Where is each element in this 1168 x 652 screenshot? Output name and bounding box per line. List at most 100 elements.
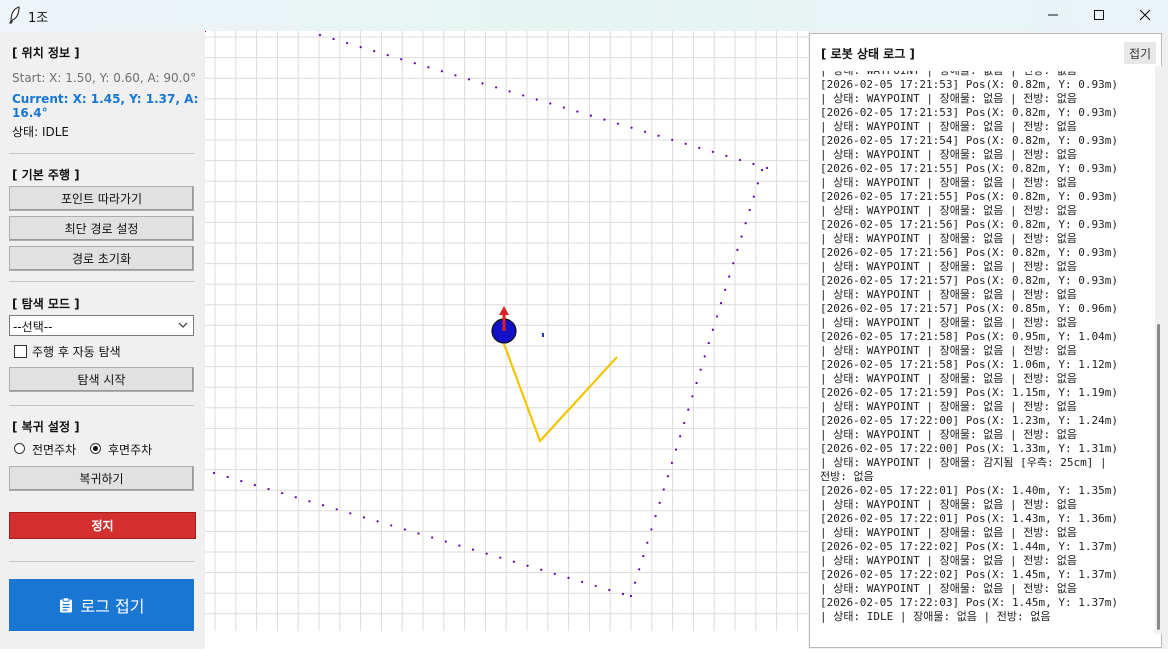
log-line: | 상태: WAYPOINT | 장애물: 없음 | 전방: 없음 xyxy=(820,288,1078,301)
log-line: | 상태: WAYPOINT | 장애물: 없음 | 전방: 없음 xyxy=(820,400,1078,413)
boundary-point xyxy=(719,302,723,305)
boundary-point xyxy=(679,435,682,438)
log-text-area[interactable]: | 상태: WAYPOINT | 장애물: 없음 | 전방: 없음[2026-0… xyxy=(820,71,1150,637)
boundary-point xyxy=(400,58,403,61)
log-line: | 상태: WAYPOINT | 장애물: 없음 | 전방: 없음 xyxy=(820,92,1078,105)
boundary-point xyxy=(212,471,216,475)
close-icon xyxy=(1139,9,1151,21)
title-bar[interactable]: 1조 xyxy=(0,0,1168,31)
divider xyxy=(9,405,194,406)
boundary-point xyxy=(454,74,457,77)
boundary-point xyxy=(349,512,352,515)
log-line: | 상태: WAYPOINT | 장애물: 없음 | 전방: 없음 xyxy=(820,176,1078,189)
log-line: | 상태: WAYPOINT | 장애물: 없음 | 전방: 없음 xyxy=(820,498,1078,511)
boundary-point xyxy=(674,448,678,451)
log-line: [2026-02-05 17:22:01] Pos(X: 1.43m, Y: 1… xyxy=(820,512,1119,525)
log-line: | 상태: WAYPOINT | 장애물: 없음 | 전방: 없음 xyxy=(820,428,1078,441)
front-parking-radio[interactable] xyxy=(14,443,25,454)
boundary-points xyxy=(203,29,769,598)
stop-button[interactable]: 정지 xyxy=(9,512,196,539)
explore-mode-value: --선택-- xyxy=(13,320,53,334)
log-line: [2026-02-05 17:22:01] Pos(X: 1.40m, Y: 1… xyxy=(820,484,1119,497)
boundary-point xyxy=(643,130,647,133)
map-svg[interactable] xyxy=(203,29,808,649)
boundary-point xyxy=(540,568,543,571)
boundary-point xyxy=(440,70,444,73)
boundary-point xyxy=(308,500,311,503)
boundary-point xyxy=(499,556,502,559)
boundary-point xyxy=(662,488,665,491)
minimize-button[interactable] xyxy=(1030,0,1076,31)
log-line: | 상태: WAYPOINT | 장애물: 감지됨 [우측: 25cm] | xyxy=(820,456,1107,469)
log-line: [2026-02-05 17:21:57] Pos(X: 0.85m, Y: 0… xyxy=(820,302,1119,315)
maximize-button[interactable] xyxy=(1076,0,1122,31)
boundary-point xyxy=(458,544,461,547)
boundary-point xyxy=(481,82,484,85)
log-line: | 상태: WAYPOINT | 장애물: 없음 | 전방: 없음 xyxy=(820,372,1078,385)
boundary-point xyxy=(630,126,633,129)
boundary-point xyxy=(485,552,488,555)
log-line: [2026-02-05 17:21:56] Pos(X: 0.82m, Y: 0… xyxy=(820,218,1119,231)
boundary-point xyxy=(642,554,645,558)
log-scrollbar-thumb[interactable] xyxy=(1157,324,1160,630)
boundary-point xyxy=(335,508,338,511)
boundary-point xyxy=(736,248,739,251)
boundary-point xyxy=(760,168,764,172)
boundary-point xyxy=(748,208,751,212)
shortest-path-button[interactable]: 최단 경로 설정 xyxy=(9,216,194,241)
auto-explore-label: 주행 후 자동 탐색 xyxy=(32,345,121,359)
minimize-icon xyxy=(1048,14,1058,16)
return-button[interactable]: 복귀하기 xyxy=(9,466,194,491)
boundary-point xyxy=(756,182,760,185)
boundary-point xyxy=(724,288,727,291)
log-line: [2026-02-05 17:22:02] Pos(X: 1.45m, Y: 1… xyxy=(820,568,1119,581)
boundary-point xyxy=(467,78,471,81)
boundary-point xyxy=(670,461,674,464)
boundary-point xyxy=(740,235,743,238)
boundary-point xyxy=(253,484,256,487)
log-line: [2026-02-05 17:22:02] Pos(X: 1.44m, Y: 1… xyxy=(820,540,1119,553)
log-line: | 상태: WAYPOINT | 장애물: 없음 | 전방: 없음 xyxy=(820,148,1078,161)
boundary-point xyxy=(684,142,687,145)
log-line: | 상태: WAYPOINT | 장애물: 없음 | 전방: 없음 xyxy=(820,204,1078,217)
start-explore-button[interactable]: 탐색 시작 xyxy=(9,367,194,392)
explore-mode-select[interactable]: --선택-- xyxy=(9,315,194,336)
log-line: | 상태: WAYPOINT | 장애물: 없음 | 전방: 없음 xyxy=(820,260,1078,273)
boundary-point xyxy=(589,114,593,117)
boundary-point xyxy=(650,528,653,531)
follow-points-button[interactable]: 포인트 따라가기 xyxy=(9,186,194,211)
stop-button-label: 정지 xyxy=(91,519,114,533)
log-line: | 상태: WAYPOINT | 장애물: 없음 | 전방: 없음 xyxy=(820,316,1078,329)
boundary-point xyxy=(417,532,420,535)
boundary-point xyxy=(603,118,606,121)
boundary-point xyxy=(608,588,611,592)
log-line: [2026-02-05 17:22:00] Pos(X: 1.33m, Y: 1… xyxy=(820,442,1119,455)
divider xyxy=(9,153,194,154)
log-lines: | 상태: WAYPOINT | 장애물: 없음 | 전방: 없음[2026-0… xyxy=(820,71,1118,624)
boundary-point xyxy=(629,594,633,598)
log-collapse-button[interactable]: 로그 접기 xyxy=(9,579,194,631)
boundary-point xyxy=(715,315,719,318)
close-button[interactable] xyxy=(1122,0,1168,31)
boundary-point xyxy=(616,122,620,125)
boundary-point xyxy=(594,584,597,588)
log-line: | 상태: WAYPOINT | 장애물: 없음 | 전방: 없음 xyxy=(820,120,1078,133)
boundary-point xyxy=(522,94,525,97)
boundary-point xyxy=(321,504,325,507)
front-parking-label: 전면주차 xyxy=(32,443,77,457)
boundary-point xyxy=(691,395,694,398)
maximize-icon xyxy=(1094,10,1104,20)
log-line: | 상태: WAYPOINT | 장애물: 없음 | 전방: 없음 xyxy=(820,232,1078,245)
log-line: [2026-02-05 17:21:55] Pos(X: 0.82m, Y: 0… xyxy=(820,190,1119,203)
log-collapse-small-button[interactable]: 접기 xyxy=(1124,42,1156,64)
auto-explore-checkbox[interactable] xyxy=(14,345,27,358)
boundary-point xyxy=(638,568,641,571)
boundary-point xyxy=(711,150,714,153)
reset-path-button[interactable]: 경로 초기화 xyxy=(9,246,194,271)
rear-parking-radio[interactable] xyxy=(90,443,101,454)
boundary-point xyxy=(671,138,674,141)
map-canvas[interactable] xyxy=(203,29,808,649)
boundary-point xyxy=(703,355,706,358)
log-line: [2026-02-05 17:21:56] Pos(X: 0.82m, Y: 0… xyxy=(820,246,1119,259)
boundary-point xyxy=(567,576,570,579)
